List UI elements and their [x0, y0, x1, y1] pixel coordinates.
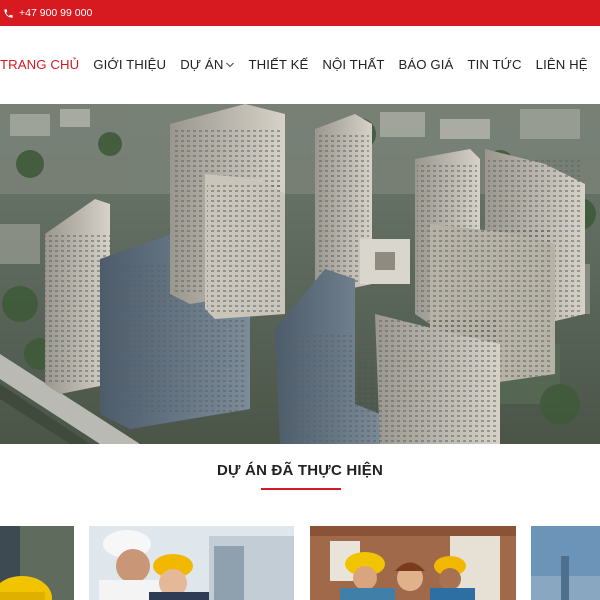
nav-item-quote[interactable]: BÁO GIÁ	[399, 57, 454, 72]
chevron-down-icon	[226, 62, 235, 67]
project-cards	[0, 526, 600, 600]
phone-contact[interactable]: +47 900 99 000	[3, 7, 92, 19]
nav-item-contact[interactable]: LIÊN HỆ	[536, 57, 588, 72]
section-title: DỰ ÁN ĐÃ THỰC HIỆN	[217, 462, 383, 479]
nav-item-label: LIÊN HỆ	[535, 57, 588, 72]
nav-item-projects[interactable]: DỰ ÁN	[180, 57, 235, 72]
nav-item-label: BÁO GIÁ	[398, 57, 454, 72]
hero-image	[0, 104, 600, 444]
project-image	[89, 526, 294, 600]
top-bar: +47 900 99 000	[0, 0, 600, 26]
phone-number: +47 900 99 000	[19, 7, 93, 19]
nav-item-home[interactable]: TRANG CHỦ	[0, 57, 79, 72]
project-card[interactable]	[531, 526, 600, 600]
title-underline	[261, 488, 341, 490]
project-image	[531, 526, 600, 600]
project-card[interactable]	[310, 526, 516, 600]
nav-item-label: TRANG CHỦ	[0, 57, 80, 72]
project-image	[0, 526, 74, 600]
nav-item-label: TIN TỨC	[467, 57, 522, 72]
nav-item-label: THIẾT KẾ	[248, 57, 309, 72]
phone-icon	[4, 8, 13, 18]
hero-slider[interactable]	[0, 104, 600, 444]
project-card[interactable]	[89, 526, 294, 600]
main-navigation: TRANG CHỦ GIỚI THIỆU DỰ ÁN THIẾT KẾ NỘI …	[0, 26, 600, 104]
project-image	[310, 526, 516, 600]
nav-item-label: DỰ ÁN	[180, 57, 224, 72]
nav-item-interior[interactable]: NỘI THẤT	[322, 57, 384, 72]
project-card[interactable]	[0, 526, 74, 600]
nav-item-about[interactable]: GIỚI THIỆU	[93, 57, 166, 72]
nav-item-news[interactable]: TIN TỨC	[467, 57, 521, 72]
nav-item-design[interactable]: THIẾT KẾ	[248, 57, 308, 72]
nav-item-label: GIỚI THIỆU	[93, 57, 167, 72]
nav-item-label: NỘI THẤT	[322, 57, 385, 72]
